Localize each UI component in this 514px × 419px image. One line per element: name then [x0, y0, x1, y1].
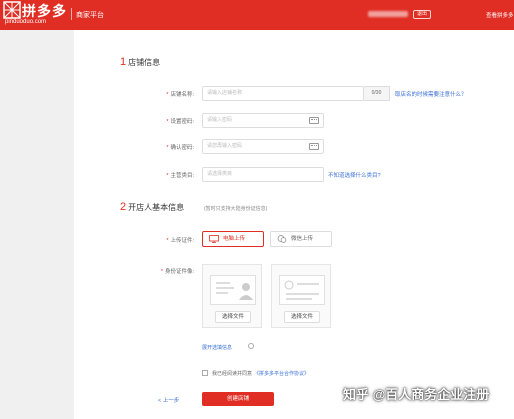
- expand-optional-link[interactable]: 展开选填信息: [202, 344, 232, 351]
- prev-step-link[interactable]: < 上一步: [158, 396, 179, 404]
- password-input[interactable]: 请输入密码: [202, 113, 324, 128]
- choose-file-front-button[interactable]: 选择文件: [215, 311, 251, 323]
- upload-method-label: * 上传证件:: [166, 238, 194, 244]
- shop-name-help-link[interactable]: 取店名的时候需要注意什么？: [395, 90, 467, 98]
- id-photo-label: * 身份证件像:: [160, 269, 194, 275]
- top-header: 拼多多 pinduoduo.com 商家平台 退出 查看拼多多: [0, 0, 514, 30]
- category-label: * 主营类目:: [166, 173, 194, 179]
- category-select[interactable]: 请选择类目: [202, 167, 324, 182]
- id-support-note: (暂时只支持大陆身份证信息): [204, 206, 268, 212]
- logo-subtext: pinduoduo.com: [5, 19, 47, 25]
- header-link[interactable]: 查看拼多多: [486, 11, 514, 19]
- id-card-front-placeholder: [210, 275, 256, 305]
- keyboard-icon[interactable]: [309, 143, 319, 150]
- header-divider: [71, 8, 72, 20]
- id-card-back-icon: [284, 280, 319, 300]
- app-name: 商家平台: [76, 12, 104, 19]
- wechat-upload-button[interactable]: 微信上传: [270, 231, 332, 247]
- section-title-shop-info: 1 店铺信息: [120, 56, 161, 68]
- agreement-link[interactable]: 《拼多多平台合作协议》: [254, 370, 309, 377]
- pc-upload-button[interactable]: 电脑上传: [202, 231, 264, 247]
- shop-name-label: * 店铺名称:: [166, 92, 194, 98]
- id-back-upload[interactable]: 选择文件: [271, 264, 331, 328]
- shop-form-card: 1 店铺信息 * 店铺名称: 请输入店铺名称 0/30 取店名的时候需要注意什么？ …: [74, 30, 514, 419]
- create-shop-button[interactable]: 创建店铺: [202, 392, 274, 406]
- zhihu-watermark: 知乎 @百人商务企业注册: [343, 387, 490, 402]
- monitor-icon: [209, 235, 219, 243]
- logout-button[interactable]: 退出: [413, 10, 432, 19]
- confirm-password-label: * 确认密码:: [166, 145, 194, 151]
- confirm-password-input[interactable]: 请您再输入密码: [202, 139, 324, 154]
- agreement-checkbox[interactable]: [202, 370, 208, 376]
- id-front-upload[interactable]: 选择文件: [202, 264, 262, 328]
- section-title-owner-info: 2 开店人基本信息: [120, 201, 185, 213]
- agreement-text: 我已经阅读并同意: [212, 371, 253, 377]
- category-help-link[interactable]: 不知道选择什么类目?: [328, 171, 381, 179]
- chevron-down-icon[interactable]: [248, 343, 254, 349]
- password-label: * 设置密码:: [166, 119, 194, 125]
- wechat-icon: [277, 235, 287, 243]
- blurred-username: [368, 11, 408, 17]
- keyboard-icon[interactable]: [309, 117, 319, 124]
- logo-text: 拼多多: [22, 3, 67, 19]
- id-card-front-icon: [216, 282, 253, 300]
- shop-name-char-count: 0/30: [364, 86, 390, 101]
- choose-file-back-button[interactable]: 选择文件: [284, 311, 320, 323]
- shop-name-input[interactable]: 请输入店铺名称: [202, 86, 364, 101]
- pinduoduo-logo-icon: [3, 1, 21, 19]
- id-card-back-placeholder: [279, 275, 325, 305]
